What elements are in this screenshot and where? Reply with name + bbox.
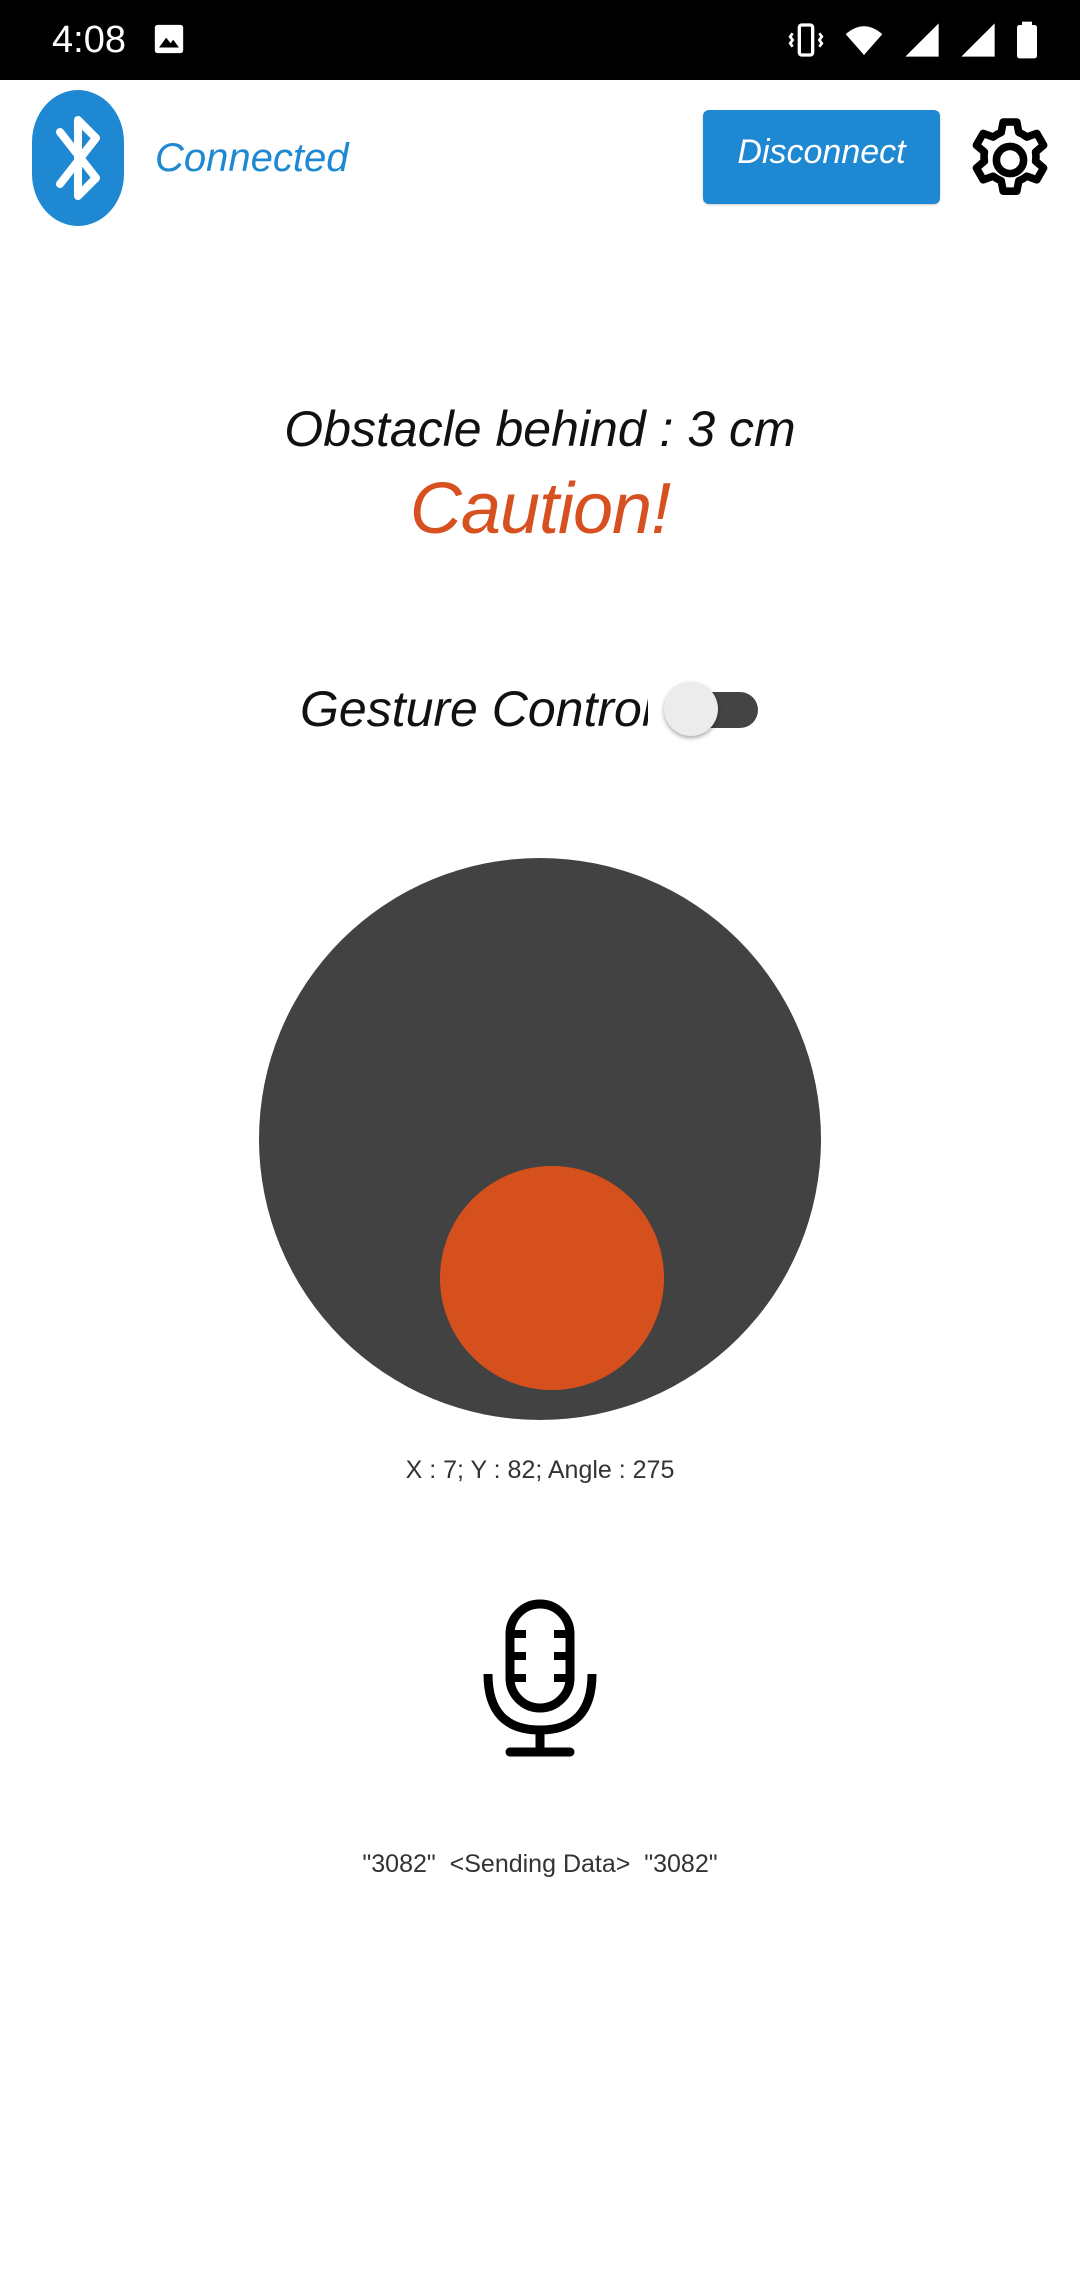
- wifi-icon: [845, 26, 883, 55]
- app-screen: 4:08 Connected Disconnect Obstacle behin…: [0, 0, 1080, 2280]
- connection-status: Connected: [155, 136, 349, 180]
- battery-icon: [1017, 21, 1037, 59]
- status-bar: 4:08: [0, 0, 1080, 80]
- obstacle-distance-text: Obstacle behind : 3 cm: [284, 401, 796, 457]
- disconnect-button[interactable]: Disconnect: [703, 110, 940, 204]
- gesture-control-toggle[interactable]: [662, 678, 762, 740]
- bluetooth-icon: [32, 90, 124, 226]
- joystick-readout: X : 7; Y : 82; Angle : 275: [405, 1456, 675, 1484]
- status-icons: [786, 18, 1040, 62]
- caution-warning: Caution!: [409, 469, 671, 549]
- signal-icon: [905, 23, 939, 57]
- signal-icon: [961, 23, 995, 57]
- joystick[interactable]: [259, 858, 821, 1420]
- gallery-icon: [154, 24, 184, 54]
- voice-status-text: "3082" <Sending Data> "3082": [362, 1850, 718, 1878]
- status-time: 4:08: [52, 19, 126, 61]
- toggle-thumb: [664, 682, 718, 736]
- joystick-knob[interactable]: [439, 1165, 664, 1390]
- microphone-icon[interactable]: [482, 1598, 598, 1758]
- gear-icon[interactable]: [962, 112, 1058, 208]
- vibrate-icon: [788, 23, 824, 57]
- gesture-control-label: Gesture Control: [300, 681, 648, 737]
